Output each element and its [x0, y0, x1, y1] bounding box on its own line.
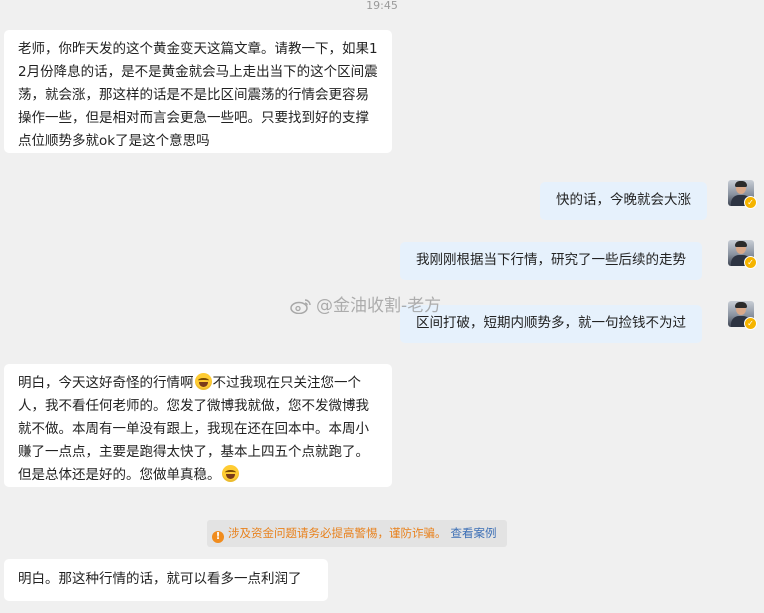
chat-timestamp: 19:45: [366, 0, 398, 12]
grinning-sweat-emoji-icon: [221, 465, 239, 482]
message-text: 我刚刚根据当下行情，研究了一些后续的走势: [416, 252, 686, 268]
grinning-sweat-emoji-icon: [194, 373, 212, 390]
message-text: 明白。那这种行情的话，就可以看多一点利润了: [18, 571, 302, 587]
avatar[interactable]: ✓: [728, 180, 757, 209]
message-text: 明白，今天这好奇怪的行情啊: [18, 375, 194, 391]
verified-badge-icon: ✓: [744, 317, 757, 330]
avatar[interactable]: ✓: [728, 240, 757, 269]
verified-badge-icon: ✓: [744, 256, 757, 269]
watermark-text: @金油收割-老方: [316, 296, 442, 316]
message-text: 不过我现在只关注您一个人，我不看任何老师的。您发了微博我就做，您不发微博我就不做…: [18, 375, 369, 483]
view-cases-link[interactable]: 查看案例: [451, 526, 497, 540]
outgoing-message[interactable]: 区间打破，短期内顺势多，就一句捡钱不为过: [400, 305, 702, 343]
outgoing-message[interactable]: 快的话，今晚就会大涨: [540, 182, 707, 220]
message-text: 区间打破，短期内顺势多，就一句捡钱不为过: [416, 315, 686, 331]
message-text: 老师，你昨天发的这个黄金变天这篇文章。请教一下，如果12月份降息的话，是不是黄金…: [18, 41, 378, 149]
notice-text: 涉及资金问题请务必提高警惕，谨防诈骗。: [228, 526, 447, 540]
incoming-message[interactable]: 明白，今天这好奇怪的行情啊 不过我现在只关注您一个人，我不看任何老师的。您发了微博…: [4, 364, 392, 487]
outgoing-message[interactable]: 我刚刚根据当下行情，研究了一些后续的走势: [400, 242, 702, 280]
avatar[interactable]: ✓: [728, 301, 757, 330]
verified-badge-icon: ✓: [744, 196, 757, 209]
warning-icon: !: [212, 531, 224, 543]
incoming-message[interactable]: 明白。那这种行情的话，就可以看多一点利润了: [4, 559, 328, 601]
weibo-icon: [290, 299, 311, 314]
message-text: 快的话，今晚就会大涨: [556, 192, 691, 208]
security-notice: ! 涉及资金问题请务必提高警惕，谨防诈骗。 查看案例: [207, 520, 507, 547]
weibo-watermark: @金油收割-老方: [290, 296, 441, 316]
incoming-message[interactable]: 老师，你昨天发的这个黄金变天这篇文章。请教一下，如果12月份降息的话，是不是黄金…: [4, 30, 392, 153]
